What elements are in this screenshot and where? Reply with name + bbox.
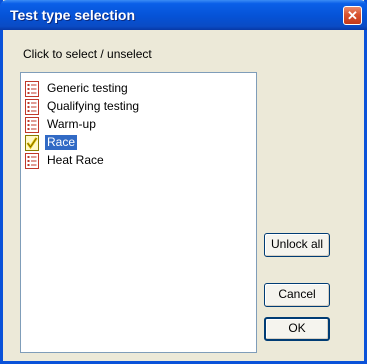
list-item-label: Race [45, 135, 78, 150]
list-item-label: Qualifying testing [47, 99, 140, 113]
instruction-label: Click to select / unselect [23, 47, 152, 61]
dialog-window: Test type selection ✕ Click to select / … [0, 0, 367, 364]
list-icon [25, 117, 39, 133]
list-item-label: Warm-up [47, 117, 96, 131]
checkmark-icon [25, 135, 39, 151]
ok-button[interactable]: OK [264, 317, 330, 341]
list-item-label: Heat Race [47, 153, 104, 167]
list-item-qualifying-testing[interactable]: Qualifying testing [25, 98, 245, 116]
list-icon [25, 153, 39, 169]
test-type-list[interactable]: Generic testing Qualifying testing Warm-… [20, 72, 257, 353]
list-icon [25, 81, 39, 97]
cancel-button[interactable]: Cancel [264, 283, 330, 307]
close-button[interactable]: ✕ [343, 6, 362, 25]
list-item-generic-testing[interactable]: Generic testing [25, 80, 245, 98]
unlock-all-button[interactable]: Unlock all [264, 233, 330, 257]
list-item-race[interactable]: Race [25, 134, 245, 152]
title-bar[interactable]: Test type selection ✕ [0, 0, 367, 30]
list-item-heat-race[interactable]: Heat Race [25, 152, 245, 170]
list-item-label: Generic testing [47, 81, 128, 95]
window-title: Test type selection [10, 7, 136, 23]
list-item-warm-up[interactable]: Warm-up [25, 116, 245, 134]
close-icon: ✕ [347, 8, 358, 23]
list-icon [25, 99, 39, 115]
